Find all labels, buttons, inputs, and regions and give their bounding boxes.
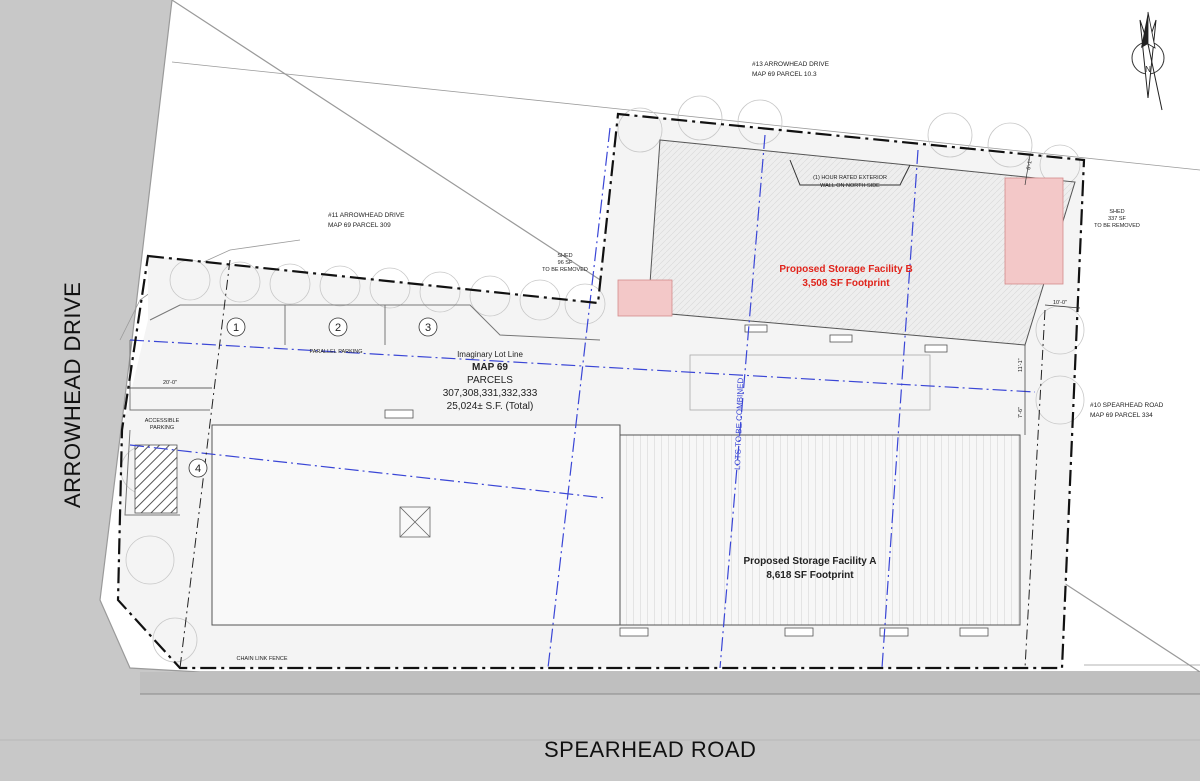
parking-space-3: 3 (425, 322, 431, 334)
spearhead-road-label: SPEARHEAD ROAD (544, 737, 756, 762)
facility-b-title: Proposed Storage Facility B (779, 264, 912, 275)
facility-a-footprint: 8,618 SF Footprint (766, 570, 854, 581)
parcels-list: 307,308,331,332,333 (443, 388, 538, 399)
svg-text:N: N (1145, 65, 1151, 74)
neighbor-10-line2: MAP 69 PARCEL 334 (1090, 412, 1153, 419)
north-wall-note-1: (1) HOUR RATED EXTERIOR (813, 175, 887, 181)
accessible-parking-label-2: PARKING (150, 425, 174, 431)
dimension-7ft: 7'-6" (1018, 407, 1024, 418)
parking-space-1: 1 (233, 322, 239, 334)
shed-right (1004, 177, 1064, 285)
spearhead-road-sidewalk (140, 672, 1200, 694)
facility-a-title: Proposed Storage Facility A (744, 556, 877, 567)
accessible-parking-label-1: ACCESSIBLE (145, 418, 180, 424)
shed-left-note-3: TO BE REMOVED (542, 267, 588, 273)
arrowhead-drive-label: ARROWHEAD DRIVE (60, 282, 85, 508)
neighbor-13-line2: MAP 69 PARCEL 10.3 (752, 71, 817, 78)
parallel-parking-label: PARALLEL PARKING (309, 349, 362, 355)
neighbor-11-line2: MAP 69 PARCEL 309 (328, 222, 391, 229)
site-area-total: 25,024± S.F. (Total) (447, 401, 534, 412)
map-label: MAP 69 (472, 362, 508, 373)
dimension-20ft: 20'-0" (163, 380, 177, 386)
neighbor-13-line1: #13 ARROWHEAD DRIVE (752, 61, 830, 68)
facility-a-building-east (619, 434, 1021, 626)
dimension-10ft: 10'-0" (1053, 300, 1067, 306)
parcels-label: PARCELS (467, 375, 513, 386)
shed-left-note-1: SHED (557, 253, 572, 259)
lot-line-label: Imaginary Lot Line (457, 350, 523, 359)
facility-b-footprint: 3,508 SF Footprint (802, 278, 890, 289)
facility-a-building-west (211, 424, 621, 626)
shed-right-note-1: SHED (1109, 209, 1124, 215)
shed-right-note-3: TO BE REMOVED (1094, 223, 1140, 229)
neighbor-11-line1: #11 ARROWHEAD DRIVE (328, 212, 405, 219)
shed-left (617, 279, 673, 317)
parking-space-4: 4 (195, 463, 201, 475)
parking-space-2: 2 (335, 322, 341, 334)
shed-right-note-2: 337 SF (1108, 216, 1126, 222)
dimension-11ft: 11'-1" (1018, 358, 1024, 372)
neighbor-10-line1: #10 SPEARHEAD ROAD (1090, 402, 1164, 409)
north-wall-note-2: WALL ON NORTH SIDE (820, 183, 880, 189)
shed-left-note-2: 96 SF (558, 260, 573, 266)
chain-link-fence-label: CHAIN LINK FENCE (236, 656, 287, 662)
site-plan: 1 2 3 4 N ARROWHEAD DRIVE SPEARHEAD ROAD… (0, 0, 1200, 781)
accessible-parking-stripes (134, 444, 178, 514)
north-arrow-icon: N (1131, 11, 1165, 111)
